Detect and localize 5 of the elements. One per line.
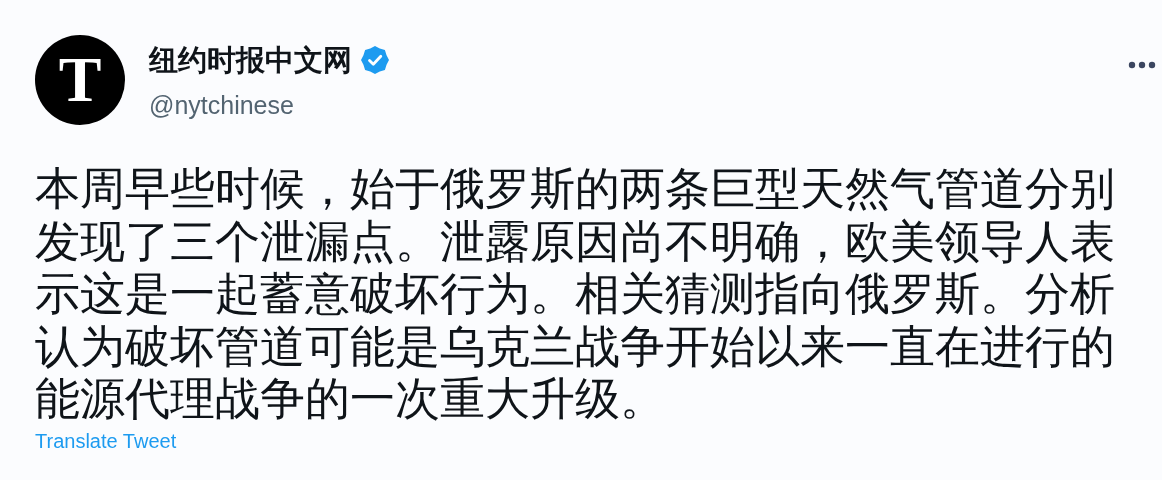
tweet-text: 本周早些时候，始于俄罗斯的两条巨型天然气管道分别发现了三个泄漏点。泄露原因尚不明确，欧美领导人表示这是一起蓄意破坏行为。相关猜测指向俄罗斯。分析认为破坏管道可能是乌克兰战争开始以来一直在进行的能源代理战争的一次重大升级。: [35, 163, 1116, 426]
avatar[interactable]: T: [35, 35, 125, 125]
more-icon[interactable]: [1128, 61, 1156, 69]
display-name[interactable]: 纽约时报中文网: [149, 43, 352, 78]
handle[interactable]: @nytchinese: [149, 89, 390, 120]
